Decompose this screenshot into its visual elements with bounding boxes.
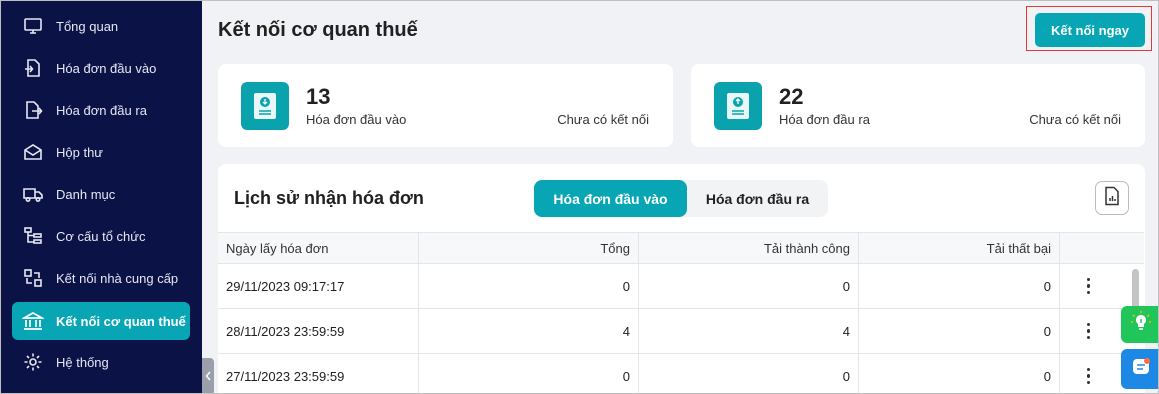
tab-input-invoices[interactable]: Hóa đơn đầu vào xyxy=(534,180,687,217)
lightbulb-icon xyxy=(1129,310,1153,339)
date-cell: 29/11/2023 09:17:17 xyxy=(218,264,419,308)
sidebar-item-output-invoices[interactable]: Hóa đơn đầu ra xyxy=(12,91,190,129)
success-cell: 0 xyxy=(639,264,859,308)
row-actions xyxy=(1060,309,1117,353)
invoice-download-icon xyxy=(241,82,289,130)
date-cell: 28/11/2023 23:59:59 xyxy=(218,309,419,353)
page-title: Kết nối cơ quan thuế xyxy=(218,19,418,41)
chevron-left-icon xyxy=(205,368,212,386)
export-report-button[interactable] xyxy=(1095,181,1129,215)
column-header-total: Tổng xyxy=(419,233,639,264)
app-window: Tổng quan Hóa đơn đầu vào Hóa đơn đầu ra… xyxy=(0,0,1159,394)
success-cell: 4 xyxy=(639,309,859,353)
stat-card-output: 22 Hóa đơn đầu ra Chưa có kết nối xyxy=(691,64,1145,147)
stat-count: 13 xyxy=(306,84,331,109)
success-cell: 0 xyxy=(639,354,859,393)
row-actions xyxy=(1060,264,1117,308)
table-row: 28/11/2023 23:59:59 4 4 0 xyxy=(218,309,1144,354)
column-header-actions xyxy=(1060,233,1117,264)
connect-now-button[interactable]: Kết nối ngay xyxy=(1035,13,1145,47)
tab-output-invoices[interactable]: Hóa đơn đầu ra xyxy=(687,180,828,217)
sidebar-collapse-handle[interactable] xyxy=(202,358,214,393)
monitor-icon xyxy=(22,15,44,37)
sidebar-item-input-invoices[interactable]: Hóa đơn đầu vào xyxy=(12,49,190,87)
sidebar-item-label: Tổng quan xyxy=(56,18,119,34)
total-cell: 4 xyxy=(419,309,639,353)
row-actions xyxy=(1060,354,1117,393)
chat-icon xyxy=(1130,356,1152,383)
org-structure-icon xyxy=(22,225,44,247)
failed-cell: 0 xyxy=(859,309,1060,353)
idea-widget-button[interactable] xyxy=(1121,306,1158,343)
mail-icon xyxy=(22,141,44,163)
more-options-icon[interactable] xyxy=(1086,322,1091,340)
truck-icon xyxy=(22,183,44,205)
column-header-date: Ngày lấy hóa đơn xyxy=(218,233,419,264)
sidebar-item-label: Kết nối nhà cung cấp xyxy=(56,270,179,286)
failed-cell: 0 xyxy=(859,354,1060,393)
total-cell: 0 xyxy=(419,264,639,308)
sidebar-item-label: Hộp thư xyxy=(56,144,104,160)
more-options-icon[interactable] xyxy=(1086,277,1091,295)
stat-label: Hóa đơn đầu ra xyxy=(779,112,870,127)
swap-icon xyxy=(22,267,44,289)
sidebar-item-label: Hóa đơn đầu vào xyxy=(56,60,157,76)
history-card: Lịch sử nhận hóa đơn Hóa đơn đầu vào Hóa… xyxy=(218,164,1145,393)
sidebar-item-overview[interactable]: Tổng quan xyxy=(12,7,190,45)
chat-widget-button[interactable] xyxy=(1121,349,1158,389)
sidebar-item-system[interactable]: Hệ thống xyxy=(12,343,190,381)
sidebar-item-provider-connect[interactable]: Kết nối nhà cung cấp xyxy=(12,259,190,297)
report-icon xyxy=(1103,186,1121,211)
gear-icon xyxy=(22,351,44,373)
sidebar-item-org-structure[interactable]: Cơ cấu tổ chức xyxy=(12,217,190,255)
table-header: Ngày lấy hóa đơn Tổng Tải thành công Tải… xyxy=(218,232,1144,264)
table-row: 27/11/2023 23:59:59 0 0 0 xyxy=(218,354,1144,393)
stat-label: Hóa đơn đầu vào xyxy=(306,112,407,127)
bank-icon xyxy=(22,310,44,332)
sidebar-item-label: Cơ cấu tổ chức xyxy=(56,228,146,244)
invoice-type-tabs: Hóa đơn đầu vào Hóa đơn đầu ra xyxy=(534,180,828,217)
connection-status: Chưa có kết nối xyxy=(1029,112,1121,127)
stat-count: 22 xyxy=(779,84,804,109)
column-header-failed: Tải thất bại xyxy=(859,233,1060,264)
date-cell: 27/11/2023 23:59:59 xyxy=(218,354,419,393)
file-export-icon xyxy=(22,99,44,121)
invoice-upload-icon xyxy=(714,82,762,130)
table-row: 29/11/2023 09:17:17 0 0 0 xyxy=(218,264,1144,309)
sidebar: Tổng quan Hóa đơn đầu vào Hóa đơn đầu ra… xyxy=(1,1,202,393)
sidebar-item-label: Hóa đơn đầu ra xyxy=(56,102,147,118)
sidebar-item-label: Danh mục xyxy=(56,186,116,202)
section-title: Lịch sử nhận hóa đơn xyxy=(234,188,424,208)
sidebar-item-label: Hệ thống xyxy=(56,354,109,370)
column-header-success: Tải thành công xyxy=(639,233,859,264)
connection-status: Chưa có kết nối xyxy=(557,112,649,127)
sidebar-item-catalog[interactable]: Danh mục xyxy=(12,175,190,213)
file-import-icon xyxy=(22,57,44,79)
sidebar-item-label: Kết nối cơ quan thuế xyxy=(56,313,186,329)
more-options-icon[interactable] xyxy=(1086,367,1091,385)
stat-card-input: 13 Hóa đơn đầu vào Chưa có kết nối xyxy=(218,64,673,147)
sidebar-item-mailbox[interactable]: Hộp thư xyxy=(12,133,190,171)
failed-cell: 0 xyxy=(859,264,1060,308)
total-cell: 0 xyxy=(419,354,639,393)
sidebar-item-tax-connect[interactable]: Kết nối cơ quan thuế xyxy=(12,302,190,340)
